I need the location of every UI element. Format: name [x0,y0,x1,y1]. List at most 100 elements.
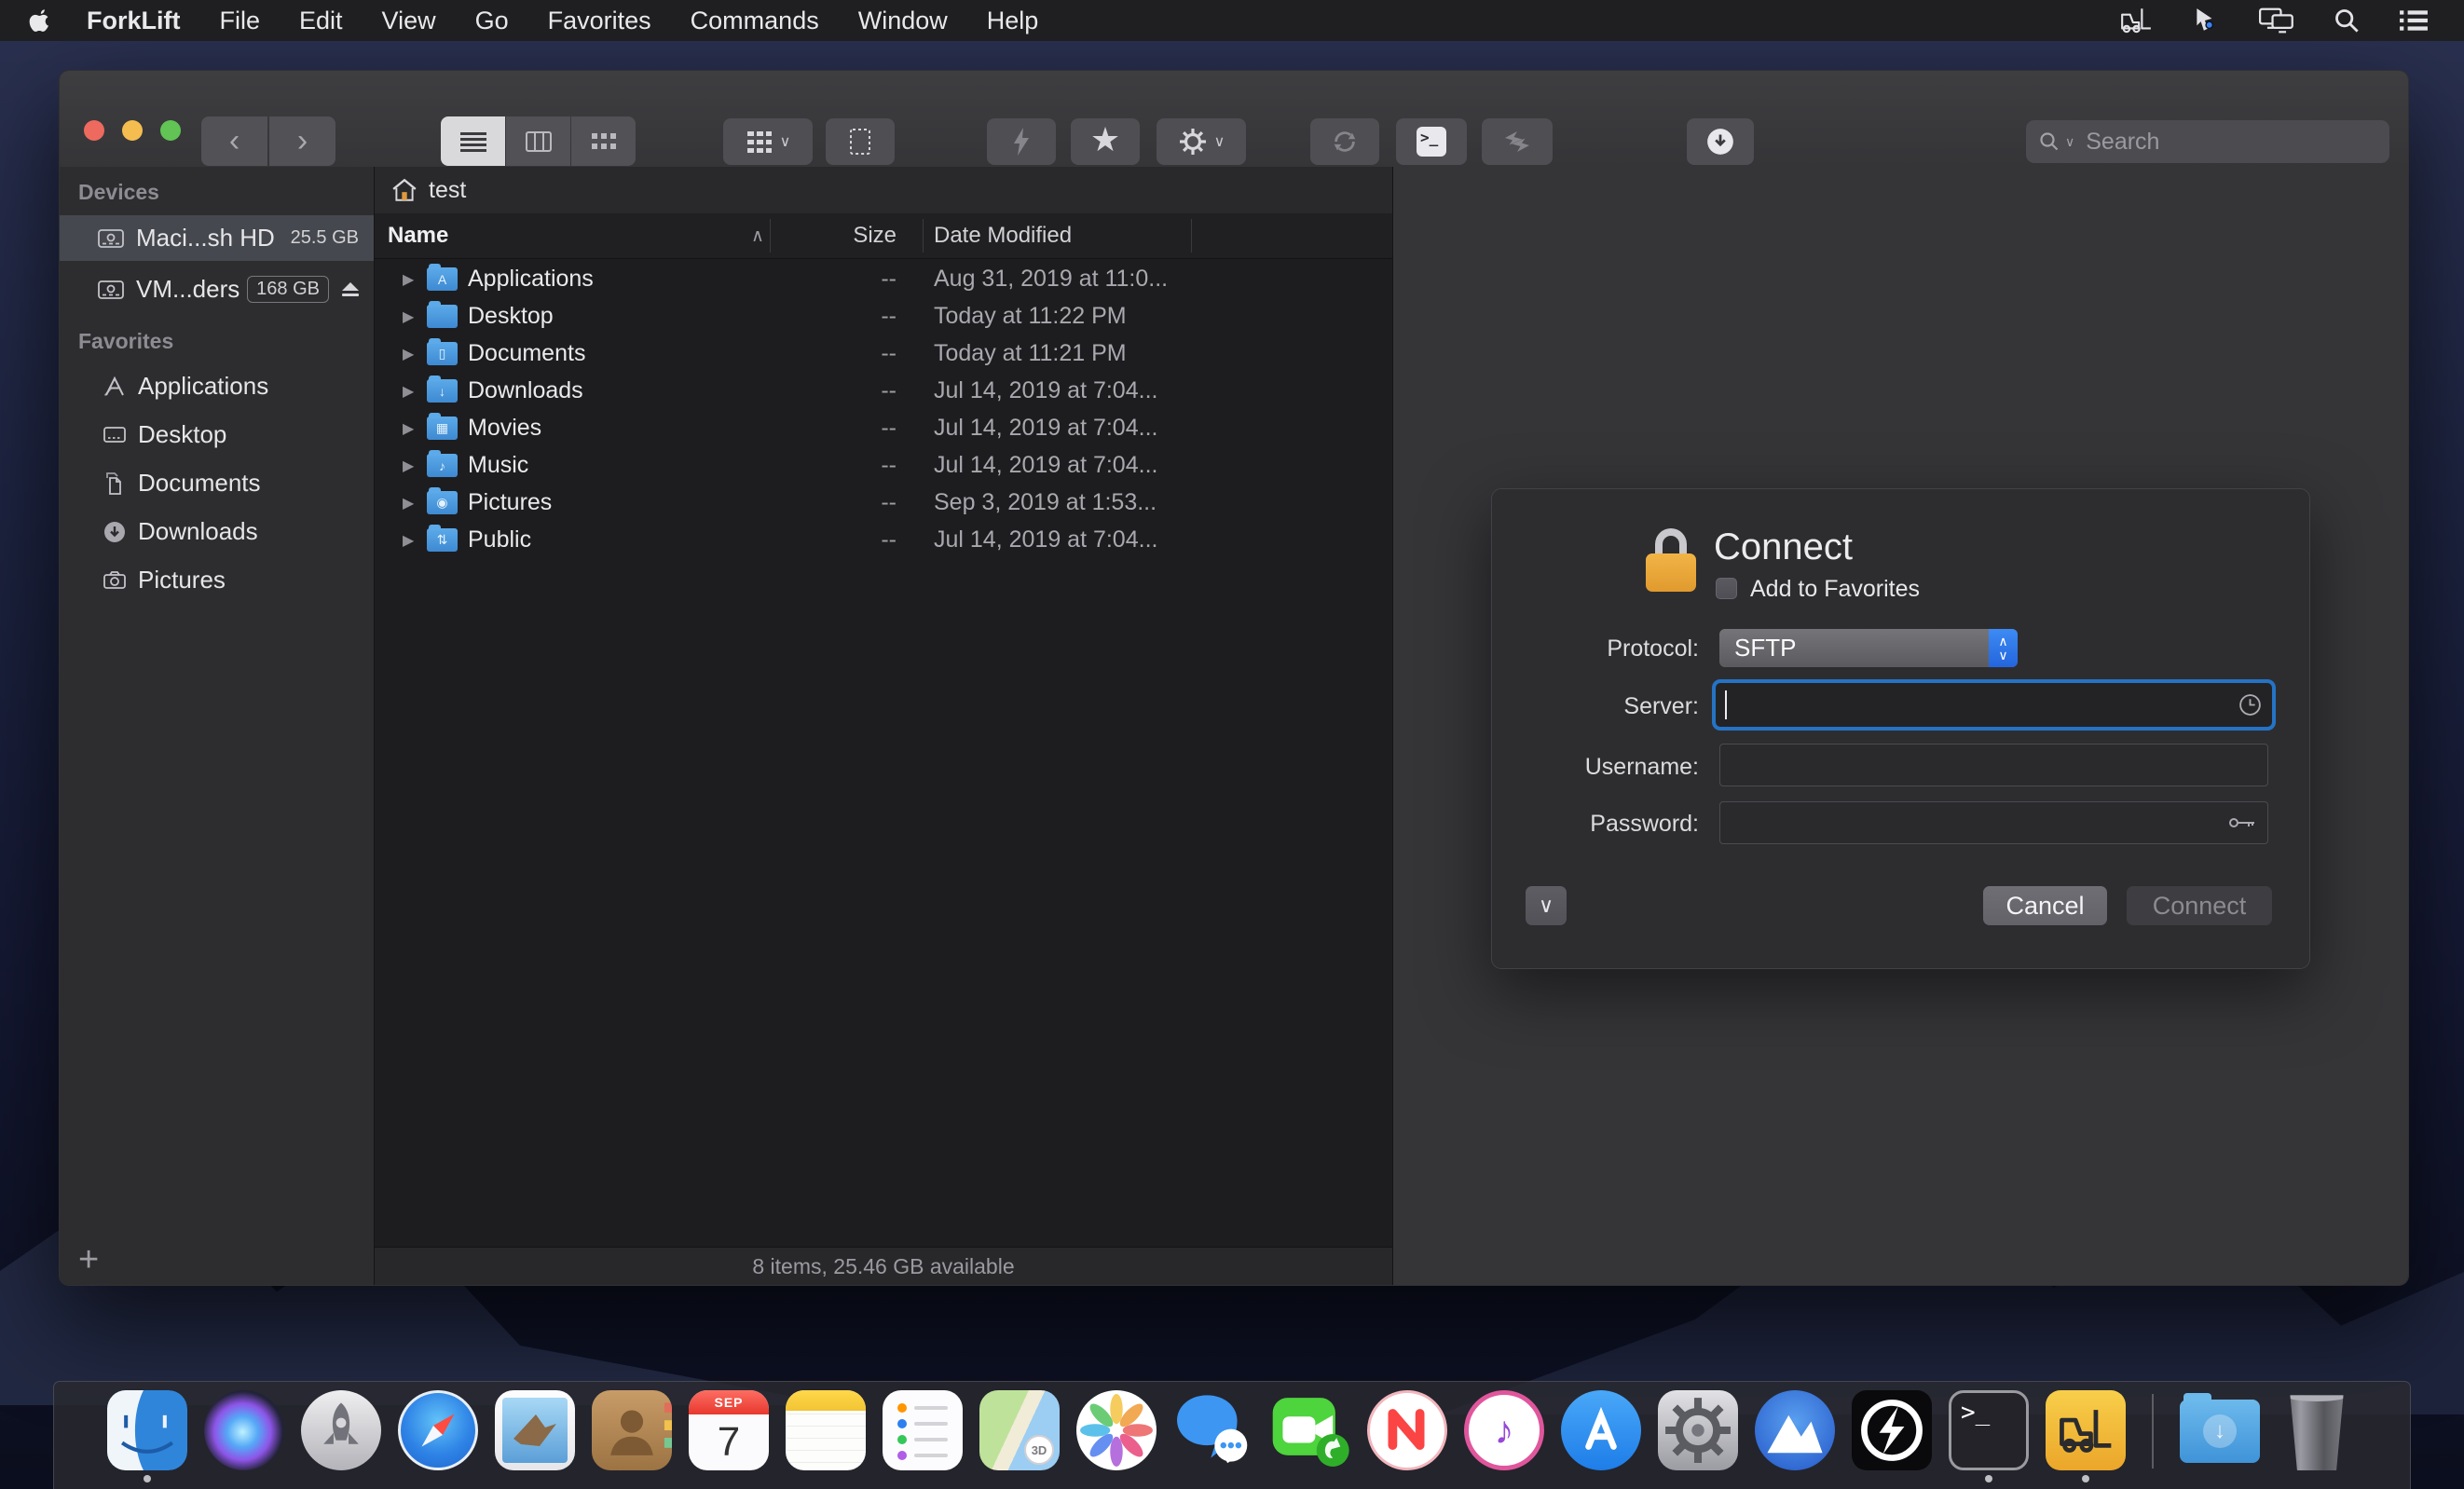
column-header-date[interactable]: Date Modified [934,223,1072,249]
menu-item-go[interactable]: Go [456,7,528,35]
dock-item-facetime[interactable] [1270,1390,1350,1483]
dock-item-mail[interactable] [495,1390,575,1483]
sidebar-item-desktop[interactable]: Desktop [60,412,374,458]
sync-button[interactable] [1310,118,1379,165]
dock-item-contacts[interactable] [592,1390,672,1483]
close-window-button[interactable] [84,120,104,141]
dock-item-siri[interactable] [204,1390,284,1483]
username-input[interactable] [1719,744,2268,786]
list-view-button[interactable] [441,116,505,166]
column-divider[interactable] [923,219,924,253]
file-row-movies[interactable]: ▶ ▦ Movies -- Jul 14, 2019 at 7:04... [375,410,1392,447]
disclosure-button[interactable]: ∨ [1526,886,1567,925]
favorites-button[interactable]: ★ [1071,118,1140,165]
minimize-window-button[interactable] [122,120,143,141]
sidebar-item-downloads[interactable]: Downloads [60,509,374,554]
spotlight-icon[interactable] [2334,7,2360,34]
select-button[interactable] [826,118,895,165]
trash-icon [2288,1392,2346,1470]
menu-item-commands[interactable]: Commands [671,7,839,35]
dock-item-app-mountains[interactable] [1755,1390,1835,1483]
sidebar-item-macintosh-hd[interactable]: Maci...sh HD 25.5 GB [60,215,374,261]
sidebar-item-pictures[interactable]: Pictures [60,557,374,603]
menu-item-file[interactable]: File [200,7,281,35]
connect-button[interactable]: Connect [2127,886,2272,925]
dock-item-appstore[interactable] [1561,1390,1641,1483]
dock-item-notes[interactable] [786,1390,866,1483]
menu-item-window[interactable]: Window [839,7,967,35]
zoom-window-button[interactable] [160,120,181,141]
dock-item-trash[interactable] [2277,1390,2357,1483]
disclosure-triangle-icon[interactable]: ▶ [403,419,414,438]
dock-item-news[interactable] [1367,1390,1447,1483]
disclosure-triangle-icon[interactable]: ▶ [403,345,414,363]
apple-menu-icon[interactable] [28,8,52,33]
dock-item-downloads-folder[interactable]: ↓ [2180,1390,2260,1483]
dock-item-finder[interactable] [107,1390,187,1483]
key-icon[interactable] [2228,815,2256,830]
dock-item-launchpad[interactable] [301,1390,381,1483]
disclosure-triangle-icon[interactable]: ▶ [403,457,414,475]
server-input[interactable] [1716,683,2272,727]
dock-item-photos[interactable] [1076,1390,1157,1483]
back-button[interactable]: ‹ [201,116,267,166]
list-menu-icon[interactable] [2399,8,2429,33]
quick-actions-button[interactable] [987,118,1056,165]
arrange-button[interactable]: ∨ [723,118,813,165]
dock-item-forklift[interactable] [2046,1390,2126,1483]
menu-item-favorites[interactable]: Favorites [528,7,671,35]
dock-item-safari[interactable] [398,1390,478,1483]
column-view-button[interactable] [506,116,570,166]
dock-item-maps[interactable]: 3D [979,1390,1060,1483]
actions-button[interactable]: ∨ [1157,118,1246,165]
sidebar-item-documents[interactable]: Documents [60,460,374,506]
transfer-button[interactable] [1482,118,1553,165]
file-row-public[interactable]: ▶ ⇅ Public -- Jul 14, 2019 at 7:04... [375,522,1392,559]
column-divider[interactable] [1191,219,1192,253]
pointer-status-icon[interactable] [2192,7,2220,34]
protocol-select[interactable]: SFTP ∧ ∨ [1719,629,2018,667]
app-store-icon [1561,1390,1641,1470]
file-row-pictures[interactable]: ▶ ◉ Pictures -- Sep 3, 2019 at 1:53... [375,485,1392,522]
disclosure-triangle-icon[interactable]: ▶ [403,494,414,512]
sidebar-item-applications[interactable]: Applications [60,363,374,409]
menu-item-edit[interactable]: Edit [280,7,363,35]
column-header-size[interactable]: Size [785,223,897,249]
file-row-desktop[interactable]: ▶ Desktop -- Today at 11:22 PM [375,298,1392,335]
disclosure-triangle-icon[interactable]: ▶ [403,270,414,289]
file-row-downloads[interactable]: ▶ ↓ Downloads -- Jul 14, 2019 at 7:04... [375,373,1392,410]
path-bar[interactable]: test [375,167,1392,214]
forklift-status-icon[interactable] [2119,7,2153,34]
add-favorite-button[interactable]: + [78,1242,99,1277]
icon-view-button[interactable] [571,116,636,166]
add-to-favorites-checkbox[interactable] [1716,578,1737,599]
dock-item-reminders[interactable] [883,1390,963,1483]
file-row-applications[interactable]: ▶ A Applications -- Aug 31, 2019 at 11:0… [375,261,1392,298]
eject-icon[interactable] [340,281,361,298]
dock-item-messages[interactable] [1173,1390,1253,1483]
disclosure-triangle-icon[interactable]: ▶ [403,531,414,550]
displays-status-icon[interactable] [2259,7,2294,34]
forward-button[interactable]: › [269,116,335,166]
column-header-name[interactable]: Name [388,223,448,249]
menu-item-help[interactable]: Help [967,7,1059,35]
download-queue-button[interactable] [1687,118,1754,165]
disclosure-triangle-icon[interactable]: ▶ [403,307,414,326]
cancel-button[interactable]: Cancel [1983,886,2107,925]
menu-item-view[interactable]: View [363,7,456,35]
file-row-music[interactable]: ▶ ♪ Music -- Jul 14, 2019 at 7:04... [375,447,1392,485]
dock-item-app-zigzag[interactable] [1852,1390,1932,1483]
sidebar-item-vm-folders[interactable]: VM...ders 168 GB [60,266,374,312]
column-divider[interactable] [770,219,771,253]
dock-item-system-preferences[interactable] [1658,1390,1738,1483]
search-field[interactable]: ∨ Search [2026,120,2389,163]
history-clock-icon[interactable] [2238,692,2263,717]
dock-item-terminal[interactable]: >_ [1949,1390,2029,1483]
file-row-documents[interactable]: ▶ ▯ Documents -- Today at 11:21 PM [375,335,1392,373]
menu-app-name[interactable]: ForkLift [67,7,200,35]
password-input[interactable] [1719,801,2268,844]
dock-item-calendar[interactable]: SEP 7 [689,1390,769,1483]
disclosure-triangle-icon[interactable]: ▶ [403,382,414,401]
terminal-button[interactable]: >_ [1396,118,1467,165]
dock-item-itunes[interactable]: ♪ [1464,1390,1544,1483]
